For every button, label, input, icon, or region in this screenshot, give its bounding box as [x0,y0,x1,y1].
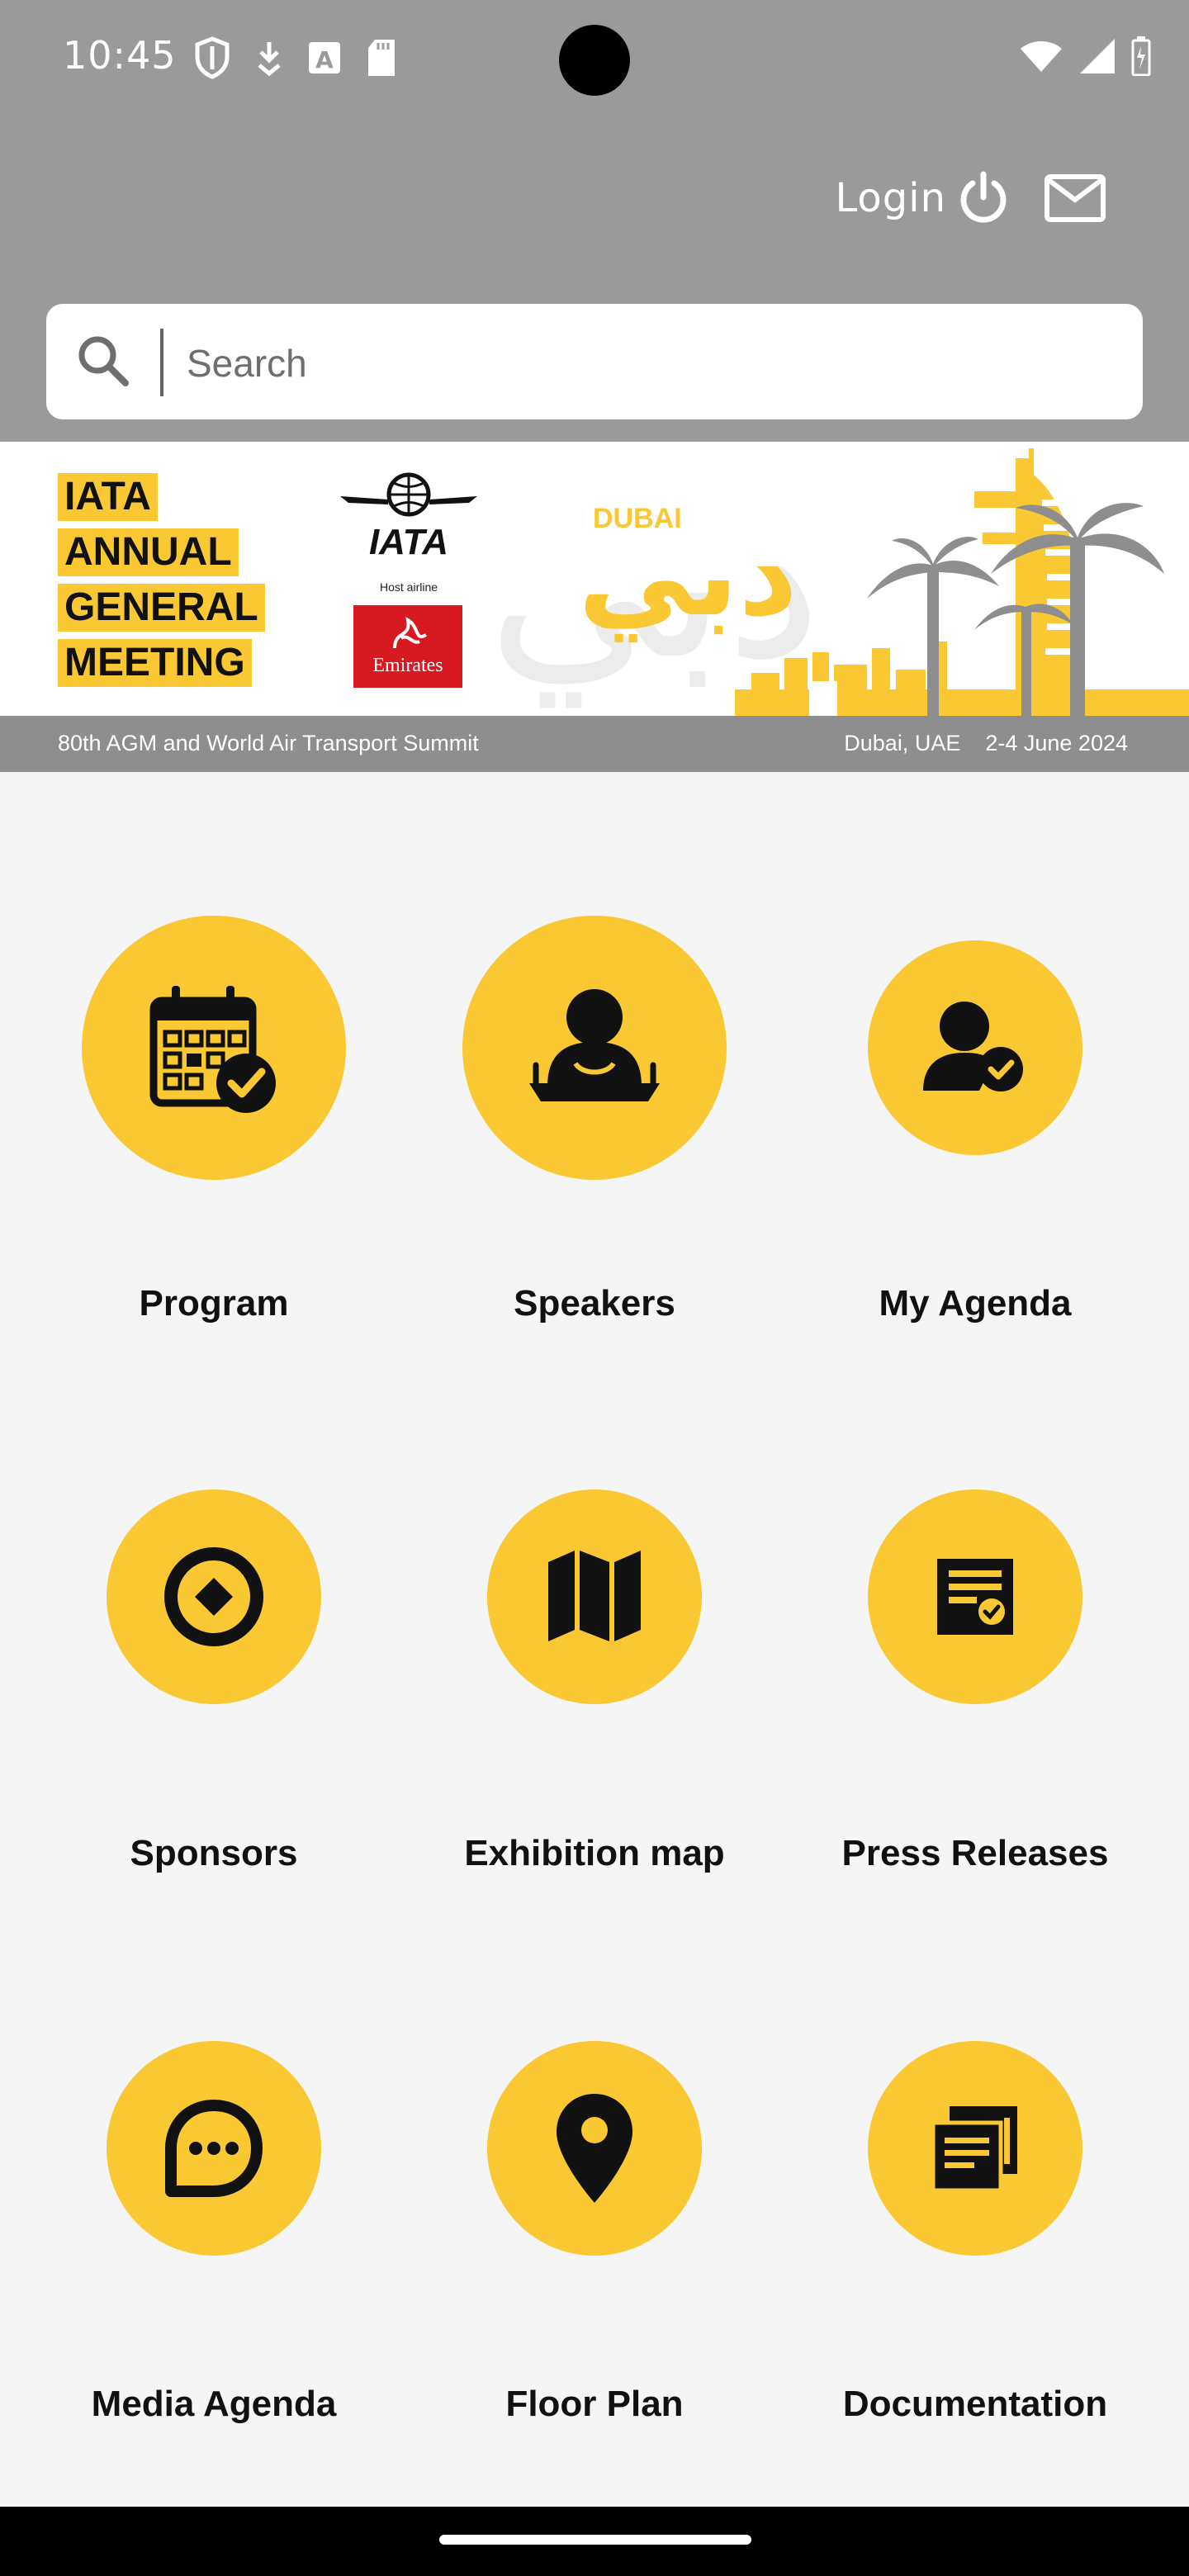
event-banner: IATA ANNUAL GENERAL MEETING IATA Host ai… [0,442,1189,716]
floor-plan-label[interactable]: Floor Plan [396,2384,793,2425]
svg-text:A: A [315,46,334,73]
sd-card-icon [368,40,395,76]
agm-line: ANNUAL [58,528,239,576]
media-agenda-label[interactable]: Media Agenda [16,2384,412,2425]
emirates-emblem-icon [393,617,427,649]
host-airline-label: Host airline [380,580,438,594]
press-releases-icon-button[interactable] [868,1489,1082,1704]
battery-icon [1131,36,1151,76]
search-bar [46,304,1143,419]
camera-cutout [559,25,630,96]
notification-icons: A [193,36,398,79]
banner-strip-dates: 2-4 June 2024 [985,731,1128,755]
target-diamond-icon [164,1547,263,1646]
status-time: 10:45 [63,33,177,78]
exhibition-map-icon-button[interactable] [487,1489,702,1704]
banner-strip: 80th AGM and World Air Transport Summit … [0,716,1189,772]
speakers-label[interactable]: Speakers [396,1283,793,1324]
status-bar: 10:45 A [0,0,1189,120]
system-icons [1019,36,1151,76]
person-check-icon [923,1002,1023,1091]
agm-title: IATA ANNUAL GENERAL MEETING [58,473,265,694]
program-icon-button[interactable] [82,916,346,1180]
sponsors-icon-button[interactable] [107,1489,321,1704]
my-agenda-label[interactable]: My Agenda [777,1283,1173,1324]
location-pin-icon [557,2094,632,2203]
floor-plan-icon-button[interactable] [487,2041,702,2256]
program-label[interactable]: Program [16,1283,412,1324]
download-app-icon [258,42,281,77]
wifi-icon [1021,41,1062,72]
chat-bubble-icon [165,2100,263,2197]
text-a-icon: A [309,42,340,73]
agm-line: MEETING [58,639,252,687]
dubai-skyline-icon [735,448,1189,716]
home-gesture-handle[interactable] [439,2535,751,2545]
agm-line: GENERAL [58,584,265,632]
shield-icon [195,36,230,79]
map-icon [548,1551,641,1641]
top-actions: Login [836,169,1107,227]
agm-line: IATA [58,473,158,521]
search-icon [78,336,129,386]
my-agenda-icon-button[interactable] [868,940,1082,1155]
power-icon [960,171,1007,223]
emirates-logo: Emirates [353,605,462,688]
iata-logo-text: IATA [369,522,448,562]
sponsors-label[interactable]: Sponsors [16,1833,412,1874]
app-header: 10:45 A Login [0,0,1189,442]
search-input[interactable] [185,329,1113,398]
search-divider [160,329,163,396]
signal-icon [1080,39,1115,73]
documentation-label[interactable]: Documentation [777,2384,1173,2425]
banner-strip-title: 80th AGM and World Air Transport Summit [58,731,479,755]
login-button[interactable]: Login [836,169,1013,227]
mail-icon[interactable] [1044,173,1106,223]
document-check-icon [937,1559,1013,1635]
emirates-text: Emirates [372,655,443,676]
press-releases-label[interactable]: Press Releases [777,1833,1173,1874]
banner-strip-location: Dubai, UAE [844,731,961,755]
calendar-check-icon [149,986,276,1113]
documentation-icon-button[interactable] [868,2041,1082,2256]
speakers-icon-button[interactable] [462,916,727,1180]
documents-icon [931,2106,1017,2193]
iata-logo: IATA [340,472,477,562]
login-label: Login [835,175,946,221]
exhibition-map-label[interactable]: Exhibition map [396,1833,793,1874]
media-agenda-icon-button[interactable] [107,2041,321,2256]
speaker-podium-icon [529,989,660,1101]
banner-strip-location-date: Dubai, UAE 2-4 June 2024 [844,731,1128,756]
